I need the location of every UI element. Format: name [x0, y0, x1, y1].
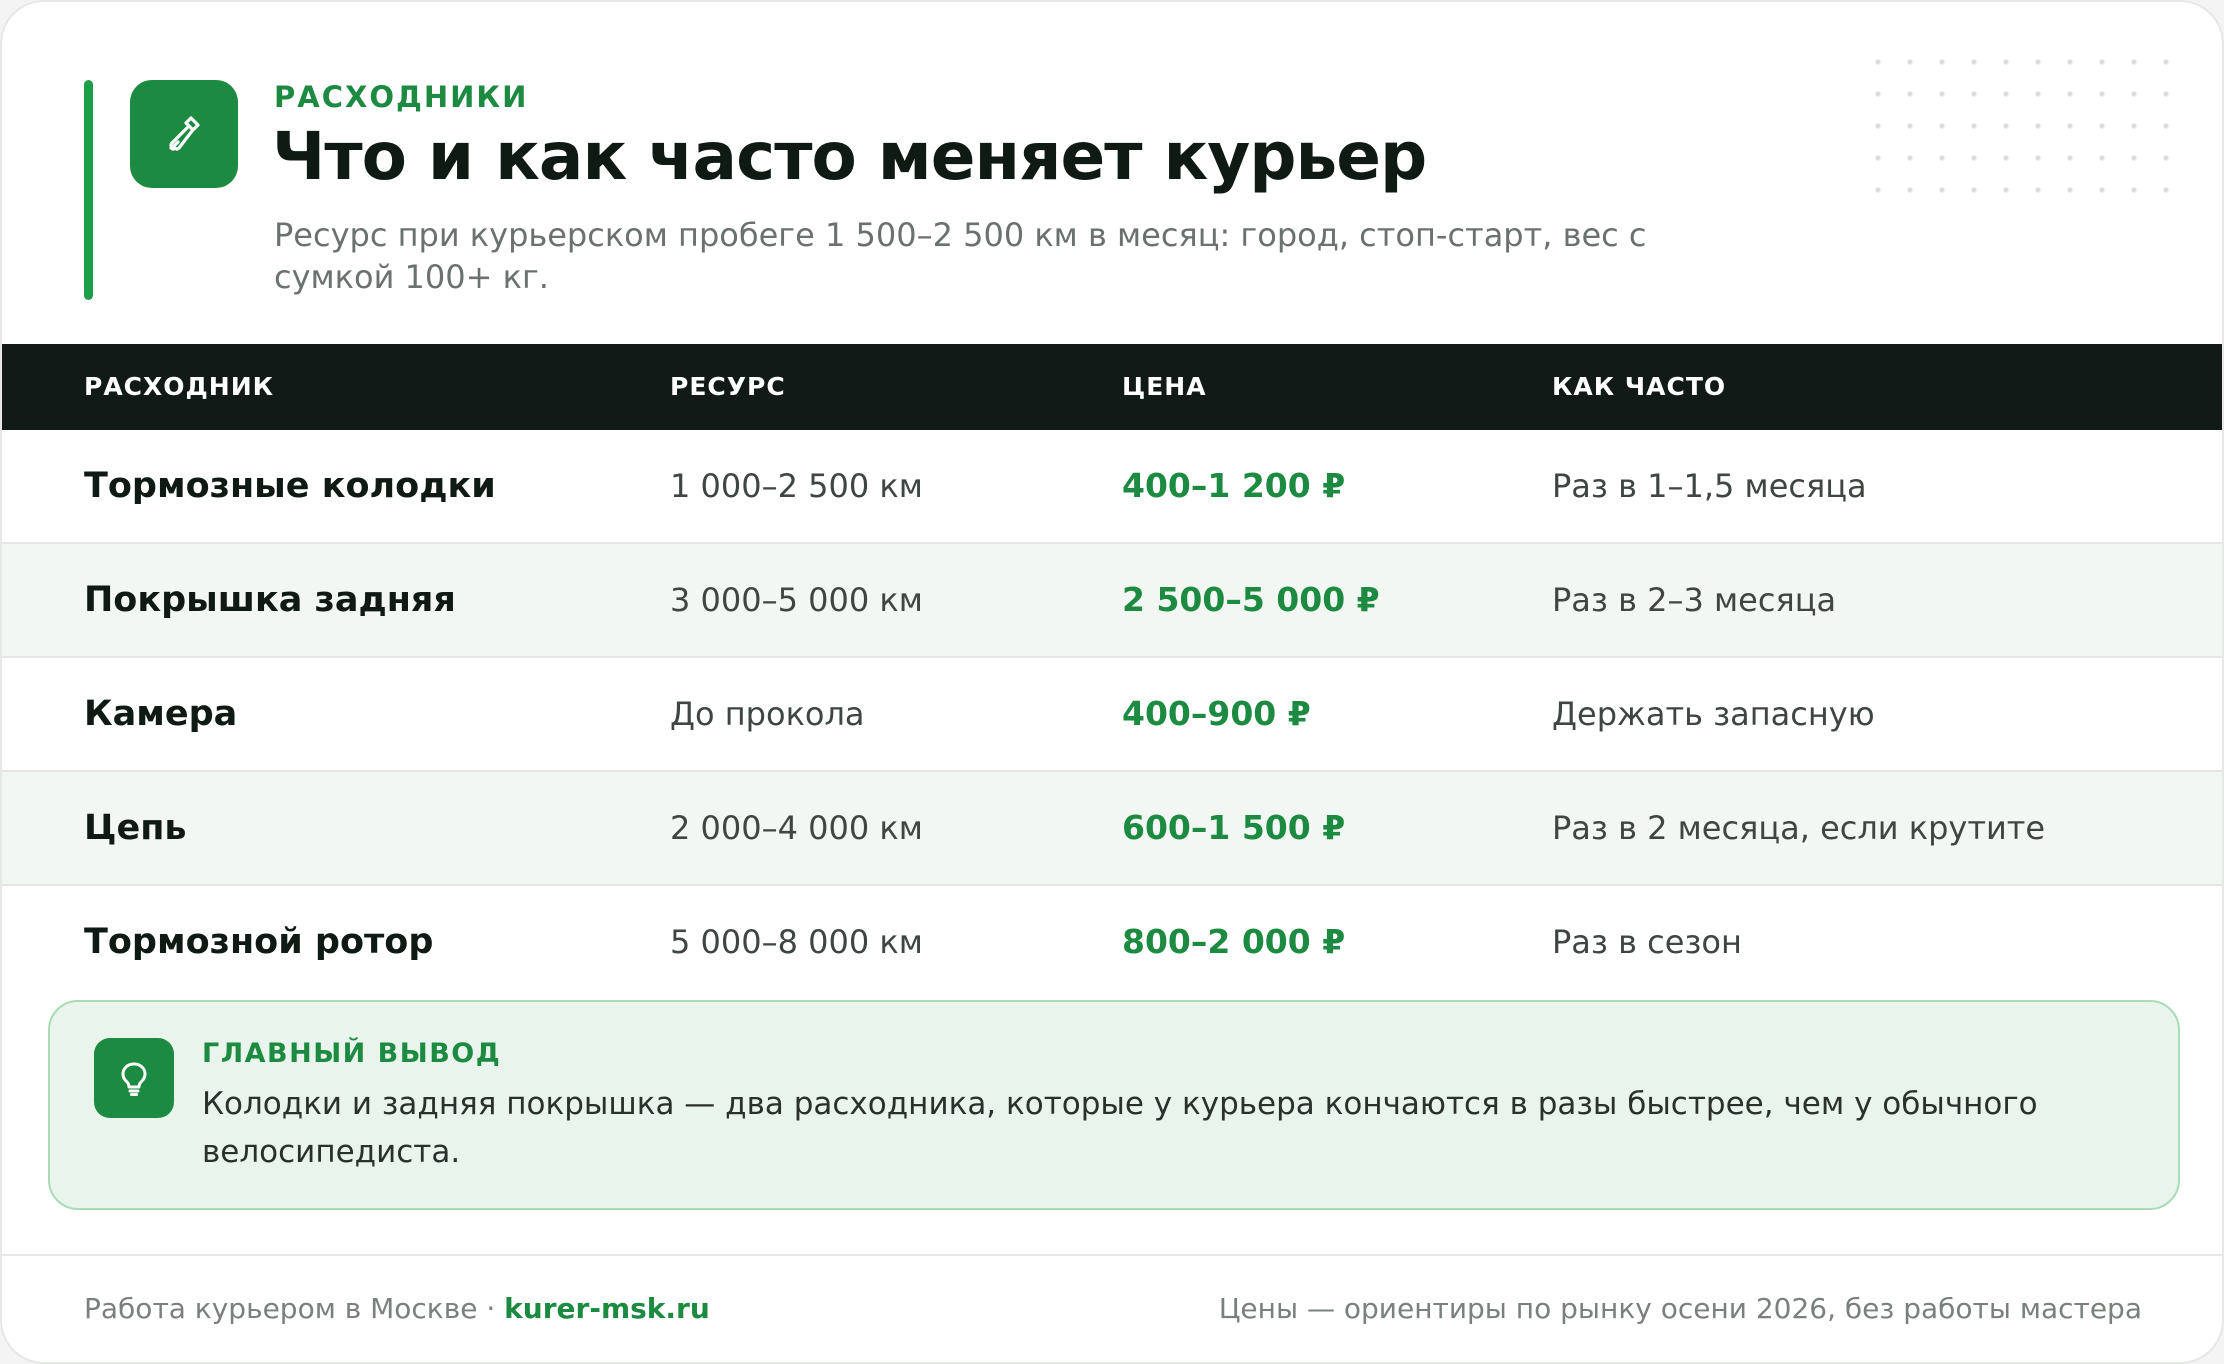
- table-row: Цепь 2 000–4 000 км 600–1 500 ₽ Раз в 2 …: [2, 772, 2222, 886]
- consumable-name: Покрышка задняя: [84, 580, 456, 620]
- takeaway-text: Колодки и задняя покрышка — два расходни…: [202, 1086, 2038, 1170]
- takeaway-box: ГЛАВНЫЙ ВЫВОД Колодки и задняя покрышка …: [48, 1000, 2180, 1210]
- footer-site-link[interactable]: kurer-msk.ru: [504, 1292, 710, 1325]
- page-title: Что и как часто меняет курьер: [272, 118, 1427, 195]
- consumable-resource: 2 000–4 000 км: [670, 809, 923, 847]
- consumable-name: Тормозные колодки: [84, 466, 496, 506]
- lightbulb-icon: [94, 1038, 174, 1118]
- consumable-price: 800–2 000 ₽: [1122, 922, 1346, 961]
- accent-bar: [84, 80, 93, 300]
- footer-source-text: Работа курьером в Москве ·: [84, 1292, 505, 1325]
- footer-divider: [2, 1254, 2222, 1256]
- consumable-frequency: Раз в сезон: [1552, 923, 1742, 961]
- table-row: Камера До прокола 400–900 ₽ Держать запа…: [2, 658, 2222, 772]
- table-row: Покрышка задняя 3 000–5 000 км 2 500–5 0…: [2, 544, 2222, 658]
- page-subtitle: Ресурс при курьерском пробеге 1 500–2 50…: [274, 216, 1647, 296]
- consumable-frequency: Раз в 2 месяца, если крутите: [1552, 809, 2046, 847]
- consumable-name: Цепь: [84, 808, 187, 848]
- column-header-consumable: РАСХОДНИК: [84, 372, 275, 401]
- consumable-frequency: Раз в 1–1,5 месяца: [1552, 467, 1867, 505]
- wrench-icon: [130, 80, 238, 188]
- column-header-frequency: КАК ЧАСТО: [1552, 372, 1727, 401]
- decorative-dot-grid: [1862, 46, 2172, 196]
- consumable-frequency: Держать запасную: [1552, 695, 1875, 733]
- consumable-price: 600–1 500 ₽: [1122, 808, 1346, 847]
- footer-source: Работа курьером в Москве · kurer-msk.ru: [84, 1292, 710, 1325]
- consumable-resource: 5 000–8 000 км: [670, 923, 923, 961]
- consumable-name: Тормозной ротор: [84, 922, 434, 962]
- consumable-price: 400–1 200 ₽: [1122, 466, 1346, 505]
- consumable-price: 2 500–5 000 ₽: [1122, 580, 1380, 619]
- table-header: РАСХОДНИК РЕСУРС ЦЕНА КАК ЧАСТО: [2, 344, 2222, 430]
- consumable-name: Камера: [84, 694, 238, 734]
- consumable-resource: До прокола: [670, 695, 865, 733]
- consumable-frequency: Раз в 2–3 месяца: [1552, 581, 1837, 619]
- table-row: Тормозной ротор 5 000–8 000 км 800–2 000…: [2, 886, 2222, 1000]
- consumable-resource: 1 000–2 500 км: [670, 467, 923, 505]
- infographic-card: РАСХОДНИКИ Что и как часто меняет курьер…: [0, 0, 2224, 1364]
- consumable-resource: 3 000–5 000 км: [670, 581, 923, 619]
- column-header-resource: РЕСУРС: [670, 372, 786, 401]
- takeaway-label: ГЛАВНЫЙ ВЫВОД: [202, 1038, 502, 1069]
- column-header-price: ЦЕНА: [1122, 372, 1207, 401]
- section-eyebrow: РАСХОДНИКИ: [274, 80, 529, 114]
- footer-note: Цены — ориентиры по рынку осени 2026, бе…: [1218, 1292, 2142, 1325]
- table-row: Тормозные колодки 1 000–2 500 км 400–1 2…: [2, 430, 2222, 544]
- consumable-price: 400–900 ₽: [1122, 694, 1311, 733]
